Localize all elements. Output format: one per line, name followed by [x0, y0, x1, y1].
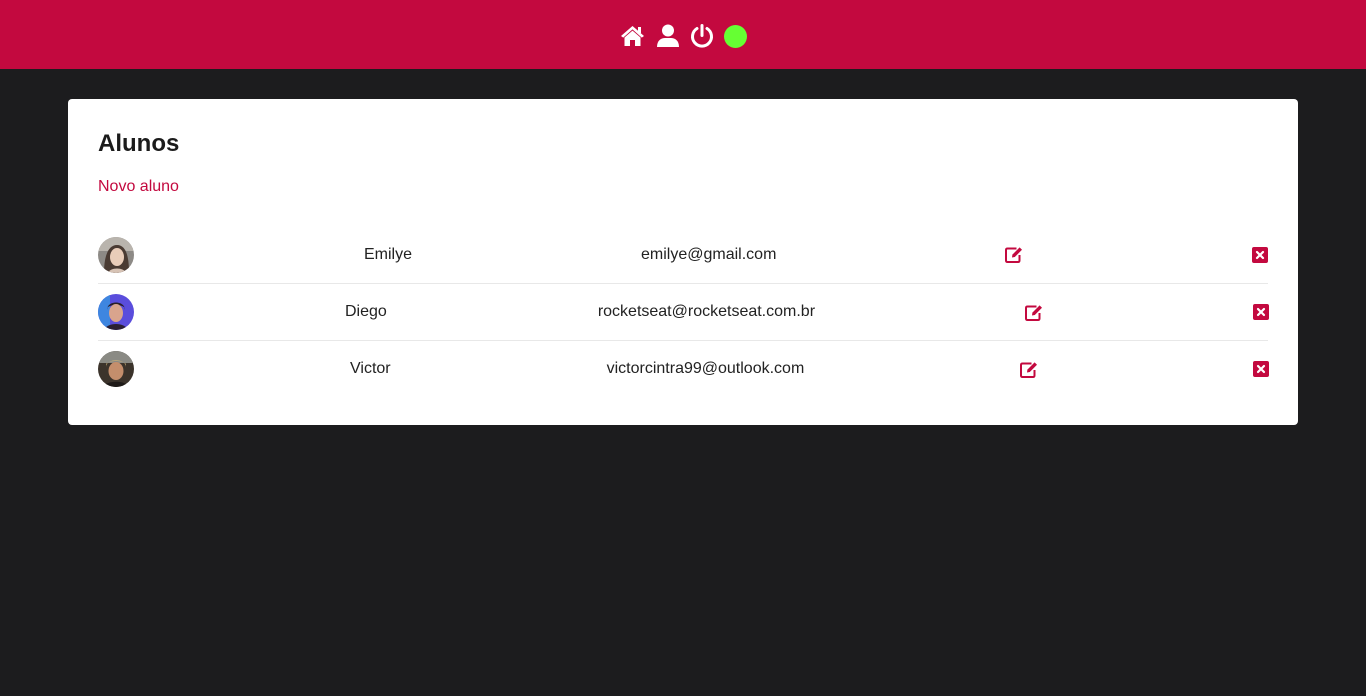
edit-icon[interactable]	[1005, 246, 1023, 264]
student-email: rocketseat@rocketseat.com.br	[597, 303, 816, 320]
student-row: Victor victorcintra99@outlook.com	[98, 340, 1270, 397]
top-navbar	[0, 0, 1366, 69]
student-row: Emilye emilye@gmail.com	[98, 226, 1269, 283]
student-row: Diego rocketseat@rocketseat.com.br	[98, 283, 1270, 340]
students-card: Alunos Novo aluno Emilye emilye@gmail.co…	[68, 99, 1298, 425]
user-icon[interactable]	[656, 24, 680, 48]
new-student-link[interactable]: Novo aluno	[98, 177, 179, 197]
delete-icon[interactable]	[1253, 360, 1270, 378]
edit-icon[interactable]	[1020, 360, 1038, 378]
delete-icon[interactable]	[1252, 246, 1269, 264]
avatar-photo	[98, 351, 134, 387]
avatar-photo	[98, 294, 134, 330]
avatar-photo	[98, 236, 134, 273]
student-name: Diego	[345, 303, 387, 320]
student-list: Emilye emilye@gmail.com Diego rocketseat…	[98, 226, 1270, 397]
student-name: Emilye	[364, 245, 413, 263]
home-icon[interactable]	[620, 24, 646, 48]
student-name: Victor	[350, 360, 391, 377]
student-email: emilye@gmail.com	[641, 245, 777, 263]
main-nav	[620, 23, 747, 48]
student-email: victorcintra99@outlook.com	[606, 360, 805, 377]
page-title: Alunos	[98, 130, 180, 157]
edit-icon[interactable]	[1025, 303, 1043, 321]
delete-icon[interactable]	[1253, 303, 1270, 321]
power-icon[interactable]	[690, 23, 714, 48]
online-status-indicator	[723, 25, 747, 48]
